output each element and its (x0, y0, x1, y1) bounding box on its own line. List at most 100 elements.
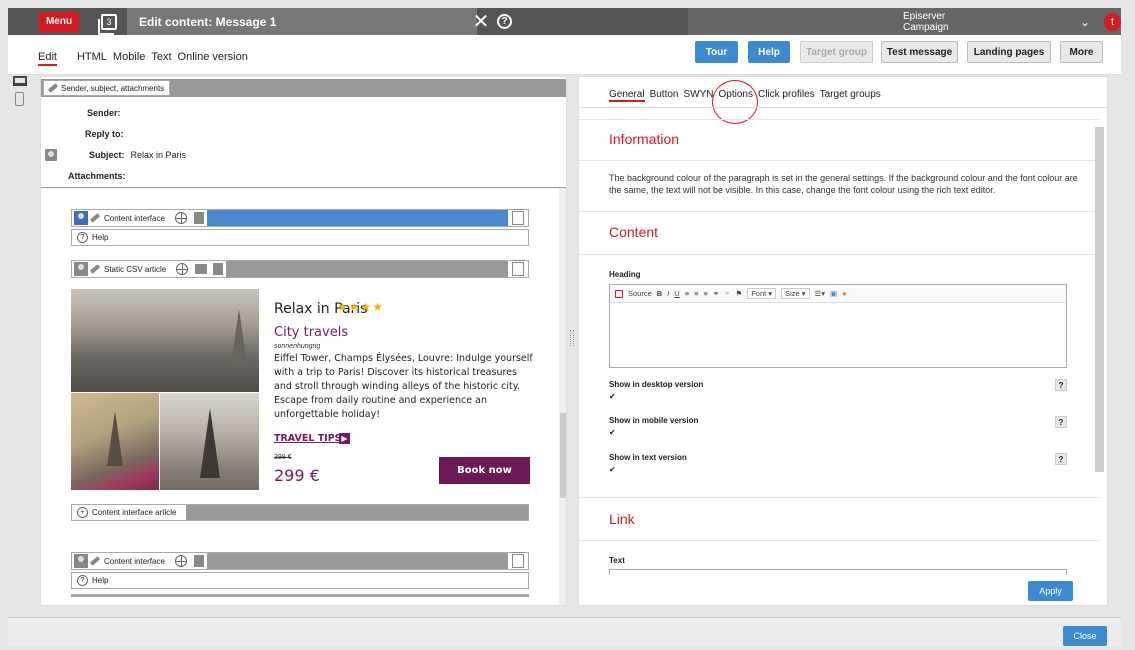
device-switcher (13, 76, 31, 106)
reply-to-field: Reply to: (85, 129, 124, 139)
tab-online-version[interactable]: Online version (178, 51, 248, 66)
tab-edit[interactable]: Edit (38, 51, 57, 66)
folder-icon[interactable] (195, 264, 208, 274)
align-left-icon[interactable]: ≡ (685, 289, 689, 298)
block-fill (206, 553, 508, 569)
align-center-icon[interactable]: ≡ (694, 289, 698, 298)
panel-splitter[interactable] (570, 330, 574, 346)
apply-button[interactable]: Apply (1028, 581, 1073, 601)
target-group-button[interactable]: Target group (800, 41, 873, 63)
section-divider (579, 540, 1099, 541)
person-icon[interactable]: ● (842, 289, 847, 298)
move-icon[interactable] (176, 263, 189, 275)
underline-icon[interactable]: U (674, 289, 679, 298)
help-button[interactable]: ? (1055, 416, 1067, 428)
tour-button[interactable]: Tour (695, 41, 738, 63)
landing-pages-button[interactable]: Landing pages (967, 41, 1051, 63)
left-scrollbar[interactable] (559, 188, 566, 605)
more-button[interactable]: More (1060, 41, 1103, 63)
help-button[interactable]: Help (748, 41, 790, 63)
attachments-label: Attachments: (68, 171, 126, 181)
right-scrollbar[interactable] (1095, 117, 1104, 567)
header-tab[interactable]: Sender, subject, attachments (43, 80, 170, 96)
reply-label: Reply to: (85, 129, 124, 139)
source-icon[interactable] (615, 289, 623, 298)
person-icon[interactable] (74, 554, 88, 568)
trash-icon[interactable] (511, 209, 525, 225)
link-text-input[interactable] (609, 569, 1067, 575)
arrow-right-icon[interactable]: ▶ (339, 433, 350, 444)
static-csv-bar[interactable]: Static CSV article (71, 260, 529, 278)
pencil-icon[interactable] (89, 556, 101, 566)
align-right-icon[interactable]: ≡ (703, 289, 707, 298)
help-button[interactable]: ? (1055, 379, 1067, 391)
source-button[interactable]: Source (628, 289, 652, 298)
trash-icon[interactable] (511, 260, 525, 276)
window-tab-title[interactable]: Edit content: Message 1 (127, 8, 477, 35)
close-icon[interactable]: ✕ (471, 9, 491, 34)
copy-icon[interactable] (193, 555, 204, 567)
italic-icon[interactable]: I (667, 289, 669, 298)
unlink-icon[interactable]: ⚭ (724, 289, 730, 298)
section-divider (579, 497, 1099, 498)
tab-general[interactable]: General (609, 89, 645, 102)
header-tab-label: Sender, subject, attachments (61, 83, 165, 93)
image-icon[interactable]: ▣ (830, 289, 837, 298)
move-icon[interactable] (174, 555, 187, 567)
eiffel-tower-photo (160, 393, 259, 490)
show-desktop-checkbox[interactable]: ✔ (609, 393, 618, 402)
personalize-icon[interactable] (45, 149, 57, 161)
pencil-icon[interactable] (89, 213, 101, 223)
content-interface-article-bar[interactable]: + Content interface article (71, 504, 529, 521)
link-icon[interactable]: ⚭ (713, 289, 719, 298)
close-button[interactable]: Close (1063, 626, 1107, 646)
book-now-button[interactable]: Book now (439, 457, 530, 484)
tab-mobile[interactable]: Mobile (113, 51, 145, 66)
content-interface-bar[interactable]: Content interface (71, 209, 529, 227)
article-body: Eiffel Tower, Champs Élysées, Louvre: In… (274, 353, 533, 420)
add-article[interactable]: + Content interface article (72, 505, 182, 520)
open-windows-icon[interactable]: 3 (98, 13, 117, 35)
tab-html[interactable]: HTML (77, 51, 107, 66)
show-text-checkbox[interactable]: ✔ (609, 466, 618, 475)
tab-button[interactable]: Button (650, 89, 679, 102)
anchor-icon[interactable]: ⚑ (735, 289, 742, 298)
sender-label: Sender: (87, 108, 121, 118)
content-interface-bar[interactable]: Content interface (71, 552, 529, 570)
help-bar[interactable]: ? Help (71, 229, 529, 246)
pencil-icon[interactable] (89, 264, 101, 274)
move-icon[interactable] (174, 212, 187, 224)
list-icon[interactable]: ☰▾ (815, 289, 826, 298)
tab-swyn[interactable]: SWYN (684, 89, 714, 102)
subject-value: Relax in Paris (130, 150, 187, 160)
section-divider (579, 211, 1099, 212)
help-bar[interactable]: ? Help (71, 572, 529, 589)
help-button[interactable]: ? (1055, 453, 1067, 465)
copy-icon[interactable] (213, 263, 224, 275)
heading-editor[interactable]: Source B I U ≡ ≡ ≡ ⚭ ⚭ ⚑ Font ▾ Size ▾ ☰… (609, 284, 1067, 368)
person-icon[interactable] (74, 211, 88, 225)
trash-icon[interactable] (511, 552, 525, 568)
chevron-down-icon[interactable]: ⌄ (1080, 15, 1090, 29)
properties-panel: General Button SWYN Options Click profil… (578, 76, 1108, 606)
font-select[interactable]: Font ▾ (747, 288, 777, 299)
section-divider (579, 119, 1099, 120)
test-message-button[interactable]: Test message (881, 41, 958, 63)
avatar[interactable]: t (1104, 12, 1121, 31)
left-scrollbar-thumb[interactable] (560, 413, 566, 498)
tab-text[interactable]: Text (151, 51, 171, 66)
right-scrollbar-thumb[interactable] (1095, 127, 1104, 472)
mobile-icon[interactable] (15, 92, 24, 106)
tab-click-profiles[interactable]: Click profiles (758, 89, 815, 102)
travel-tips-link[interactable]: TRAVEL TIPS (274, 433, 342, 444)
help-icon[interactable]: ? (497, 14, 512, 29)
copy-icon[interactable] (193, 212, 204, 224)
topbar-right: Episerver Campaign ⌄ t (688, 8, 1121, 35)
menu-button[interactable]: Menu (39, 11, 79, 32)
size-select[interactable]: Size ▾ (781, 288, 810, 299)
tab-target-groups[interactable]: Target groups (820, 89, 881, 102)
show-mobile-checkbox[interactable]: ✔ (609, 429, 618, 438)
bold-icon[interactable]: B (657, 289, 662, 298)
person-icon[interactable] (74, 262, 88, 276)
desktop-icon[interactable] (13, 76, 27, 86)
